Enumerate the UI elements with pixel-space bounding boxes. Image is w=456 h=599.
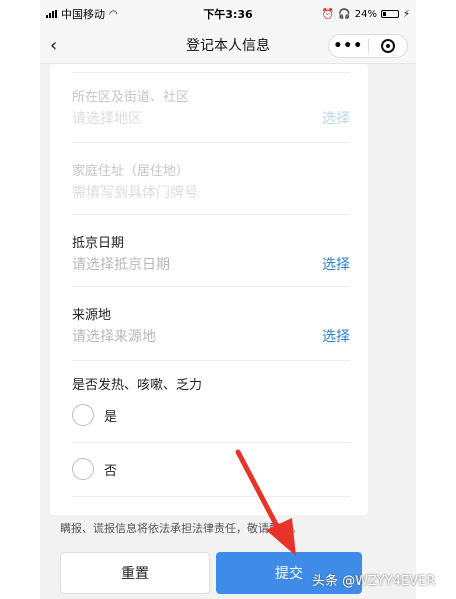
divider <box>72 214 350 215</box>
origin-select-button[interactable]: 选择 <box>322 326 350 346</box>
close-miniprogram-button[interactable] <box>369 39 408 53</box>
district-select-button[interactable]: 选择 <box>322 108 350 128</box>
divider <box>72 286 350 287</box>
legal-notice: 瞒报、谎报信息将依法承担法律责任，敬请配合。 <box>60 522 302 535</box>
symptoms-option-no[interactable]: 否 <box>72 458 350 480</box>
address-label: 家庭住址（居住地） <box>72 164 190 179</box>
arrival-date-label: 抵京日期 <box>72 236 125 251</box>
symptoms-question: 是否发热、咳嗽、乏力 <box>72 374 350 394</box>
radio-circle-icon[interactable] <box>72 404 94 426</box>
radio-label-yes: 是 <box>104 409 118 425</box>
form-card: 所在区及街道、社区 请选择地区 选择 家庭住址（居住地） 需填写到具体门牌号 抵… <box>50 64 368 515</box>
divider <box>72 360 350 361</box>
more-icon[interactable]: ••• <box>329 38 368 54</box>
district-placeholder: 请选择地区 <box>72 111 142 127</box>
divider <box>72 142 350 143</box>
origin-placeholder: 请选择来源地 <box>72 329 156 345</box>
status-time: 下午3:36 <box>203 8 253 21</box>
district-label: 所在区及街道、社区 <box>72 90 190 105</box>
symptoms-option-yes[interactable]: 是 <box>72 404 350 426</box>
nav-bar: ‹ 登记本人信息 ••• <box>40 28 416 64</box>
watermark: 头条 @WZYY4EVER <box>312 574 436 589</box>
arrival-date-field[interactable]: 抵京日期 请选择抵京日期 选择 <box>72 232 350 276</box>
reset-button[interactable]: 重置 <box>60 552 210 594</box>
symptoms-label: 是否发热、咳嗽、乏力 <box>72 378 203 393</box>
phone-screen: 中国移动 ◠ 下午3:36 ⏰ 🎧 24% ⚡ ‹ 登记本人信息 ••• 所在区… <box>40 0 416 599</box>
address-input[interactable]: 需填写到具体门牌号 <box>72 182 198 202</box>
status-bar: 中国移动 ◠ 下午3:36 ⏰ 🎧 24% ⚡ <box>40 0 416 28</box>
radio-label-no: 否 <box>104 463 118 479</box>
arrival-date-select-button[interactable]: 选择 <box>322 254 350 274</box>
origin-field[interactable]: 来源地 请选择来源地 选择 <box>72 304 350 348</box>
battery-icon <box>380 10 399 18</box>
divider <box>72 72 350 73</box>
district-field[interactable]: 所在区及街道、社区 请选择地区 选择 <box>72 86 350 130</box>
arrival-date-placeholder: 请选择抵京日期 <box>72 257 170 273</box>
divider <box>72 496 350 497</box>
target-icon <box>380 39 395 53</box>
radio-circle-icon[interactable] <box>72 458 94 480</box>
address-field[interactable]: 家庭住址（居住地） 需填写到具体门牌号 <box>72 160 350 204</box>
origin-label: 来源地 <box>72 308 112 323</box>
miniprogram-capsule: ••• <box>328 34 408 58</box>
divider <box>72 442 350 443</box>
